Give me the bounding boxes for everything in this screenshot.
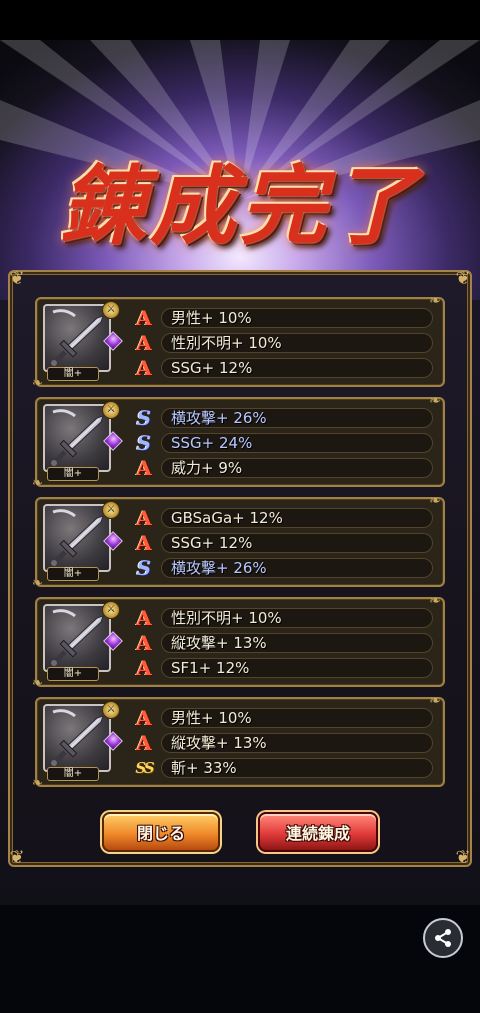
bonus-row: A SF1+ 12% <box>133 657 435 679</box>
bonus-text: 横攻撃+ 26% <box>171 409 267 427</box>
rank-a-icon: A <box>136 606 152 630</box>
bottom-area <box>0 905 480 1013</box>
bonus-text: SF1+ 12% <box>171 659 250 677</box>
bonus-row: A 性別不明+ 10% <box>133 607 435 629</box>
corner-ornament-icon: ❦ <box>9 268 25 289</box>
weapon-type-icon: ⚔ <box>102 301 120 319</box>
bonus-row: A SSG+ 12% <box>133 532 435 554</box>
result-card: ❧ ❧ 闇+ ⚔ A 男性+ 10% A 縦攻撃+ 13% SS 斬+ 33% <box>32 693 445 791</box>
bonus-text: 男性+ 10% <box>171 709 252 727</box>
corner-ornament-icon: ❦ <box>9 847 25 868</box>
bonus-row: S 横攻撃+ 26% <box>133 557 435 579</box>
bonus-text: SSG+ 24% <box>171 434 253 452</box>
bonus-row: A 男性+ 10% <box>133 707 435 729</box>
bonus-row: A 縦攻撃+ 13% <box>133 732 435 754</box>
bonus-row: SS 斬+ 33% <box>133 757 435 779</box>
title-text: 錬成完了 <box>60 155 420 257</box>
rank-s-icon: S <box>136 556 152 580</box>
result-card: ❧ ❧ 闇+ ⚔ A 男性+ 10% A 性別不明+ 10% A SSG+ 12% <box>32 293 445 391</box>
bonus-row: S SSG+ 24% <box>133 432 435 454</box>
weapon-type-icon: ⚔ <box>102 401 120 419</box>
bonus-text: SSG+ 12% <box>171 359 253 377</box>
rank-a-icon: A <box>136 506 152 530</box>
sword-icon <box>43 404 111 472</box>
sword-icon <box>43 504 111 572</box>
completion-title: 錬成完了 <box>48 138 432 258</box>
weapon-type-icon: ⚔ <box>102 701 120 719</box>
card-ornament-icon: ❧ <box>32 776 43 791</box>
result-card: ❧ ❧ 闇+ ⚔ A GBSaGa+ 12% A SSG+ 12% S 横攻撃+ 26% <box>32 493 445 591</box>
rank-a-icon: A <box>136 706 152 730</box>
rank-a-icon: A <box>136 531 152 555</box>
bonus-text: 横攻撃+ 26% <box>171 559 267 577</box>
element-label: 闇+ <box>47 767 99 781</box>
weapon-type-icon: ⚔ <box>102 501 120 519</box>
bonus-text: GBSaGa+ 12% <box>171 509 283 527</box>
close-button-label: 閉じる <box>136 824 185 843</box>
status-bar <box>0 0 480 40</box>
bonus-text: SSG+ 12% <box>171 534 253 552</box>
element-label: 闇+ <box>47 667 99 681</box>
sword-icon <box>43 604 111 672</box>
bonus-text: 性別不明+ 10% <box>171 334 282 352</box>
corner-ornament-icon: ❦ <box>455 847 471 868</box>
bonus-row: S 横攻撃+ 26% <box>133 407 435 429</box>
bonus-row: A 威力+ 9% <box>133 457 435 479</box>
element-label: 闇+ <box>47 567 99 581</box>
element-label: 闇+ <box>47 367 99 381</box>
continue-forge-button-label: 連続錬成 <box>285 824 350 843</box>
share-icon[interactable] <box>423 918 463 958</box>
share-glyph-icon <box>435 929 451 947</box>
bonus-row: A 縦攻撃+ 13% <box>133 632 435 654</box>
rank-a-icon: A <box>136 356 152 380</box>
bonus-row: A SSG+ 12% <box>133 357 435 379</box>
bonus-row: A 性別不明+ 10% <box>133 332 435 354</box>
bonus-text: 威力+ 9% <box>171 459 243 477</box>
weapon-type-icon: ⚔ <box>102 601 120 619</box>
rank-s-icon: S <box>136 406 152 430</box>
bonus-text: 性別不明+ 10% <box>171 609 282 627</box>
card-ornament-icon: ❧ <box>32 376 43 391</box>
card-ornament-icon: ❧ <box>32 576 43 591</box>
close-button[interactable]: 閉じる <box>102 812 220 852</box>
card-ornament-icon: ❧ <box>32 676 43 691</box>
result-card: ❧ ❧ 闇+ ⚔ A 性別不明+ 10% A 縦攻撃+ 13% A SF1+ 12% <box>32 593 445 691</box>
sword-icon <box>43 704 111 772</box>
rank-a-icon: A <box>136 656 152 680</box>
corner-ornament-icon: ❦ <box>455 268 471 289</box>
rank-ss-icon: SS <box>135 759 154 777</box>
rank-a-icon: A <box>136 731 152 755</box>
rank-a-icon: A <box>136 306 152 330</box>
sword-icon <box>43 304 111 372</box>
bonus-text: 男性+ 10% <box>171 309 252 327</box>
card-ornament-icon: ❧ <box>32 476 43 491</box>
result-card: ❧ ❧ 闇+ ⚔ S 横攻撃+ 26% S SSG+ 24% A 威力+ 9% <box>32 393 445 491</box>
element-label: 闇+ <box>47 467 99 481</box>
continue-forge-button[interactable]: 連続錬成 <box>258 812 378 852</box>
bonus-row: A GBSaGa+ 12% <box>133 507 435 529</box>
rank-s-icon: S <box>136 431 152 455</box>
bonus-text: 斬+ 33% <box>171 759 237 777</box>
rank-a-icon: A <box>136 456 152 480</box>
rank-a-icon: A <box>136 631 152 655</box>
bonus-text: 縦攻撃+ 13% <box>171 734 267 752</box>
rank-a-icon: A <box>136 331 152 355</box>
bonus-text: 縦攻撃+ 13% <box>171 634 267 652</box>
bonus-row: A 男性+ 10% <box>133 307 435 329</box>
